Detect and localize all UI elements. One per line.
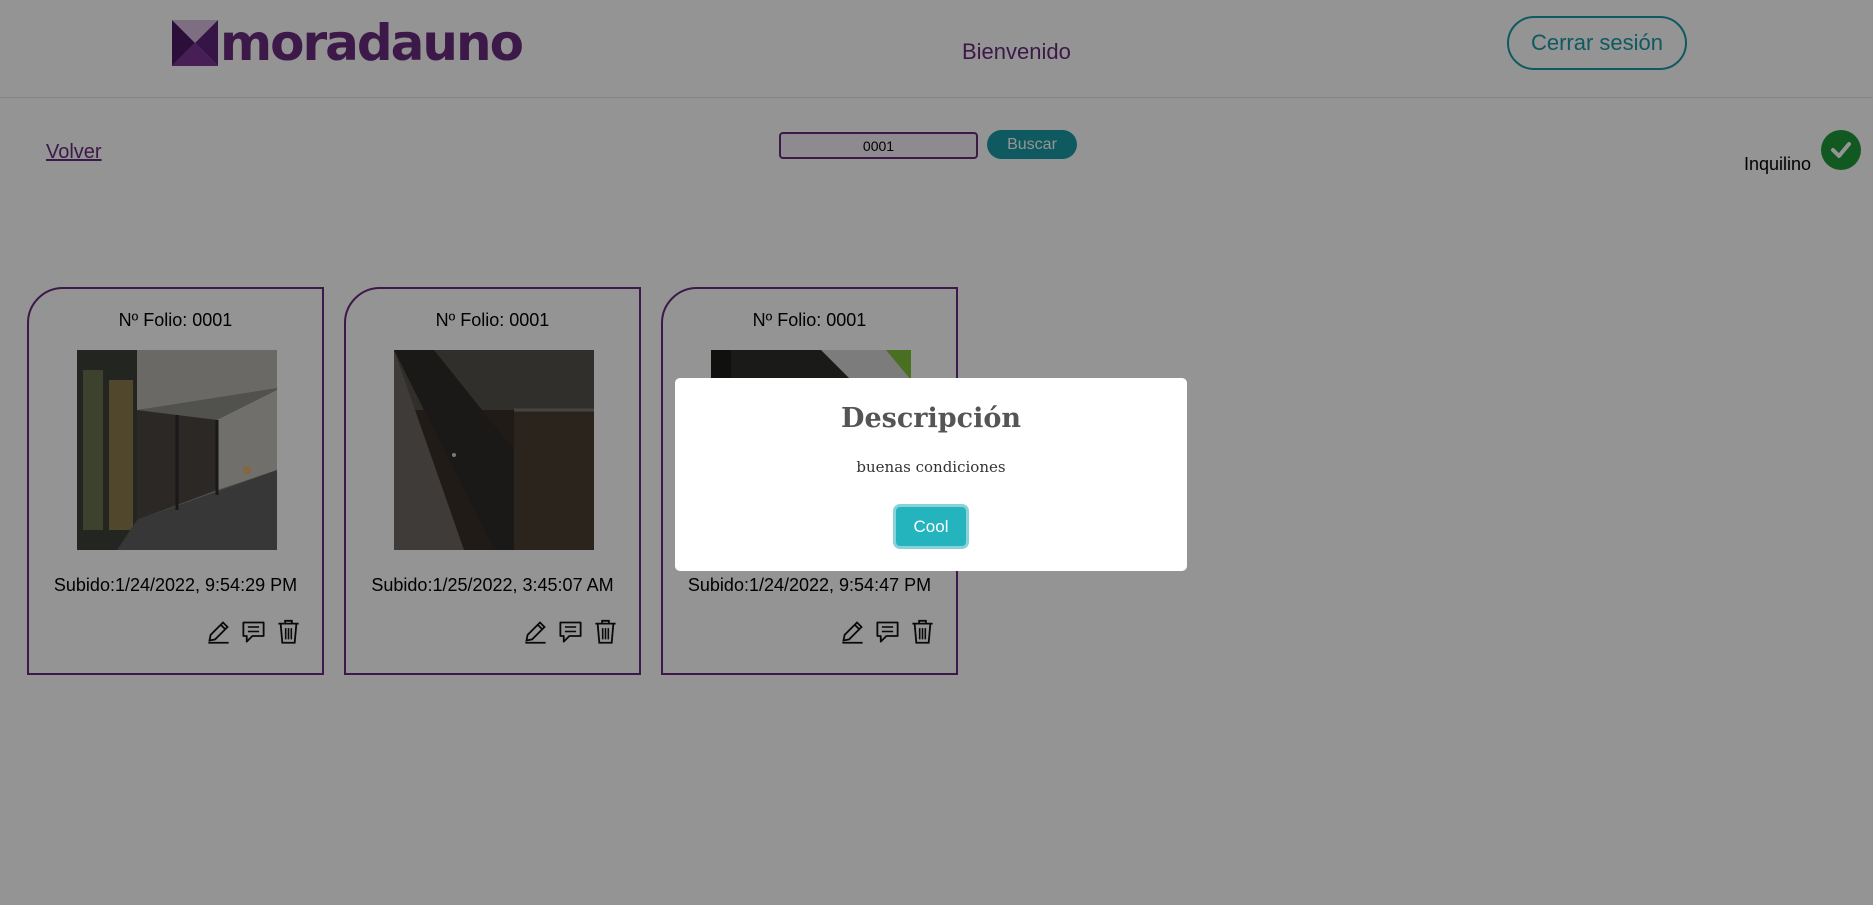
modal-description: buenas condiciones <box>856 458 1006 476</box>
modal-confirm-button[interactable]: Cool <box>896 507 966 546</box>
modal-title: Descripción <box>841 403 1021 434</box>
description-modal: Descripción buenas condiciones Cool <box>675 378 1187 571</box>
